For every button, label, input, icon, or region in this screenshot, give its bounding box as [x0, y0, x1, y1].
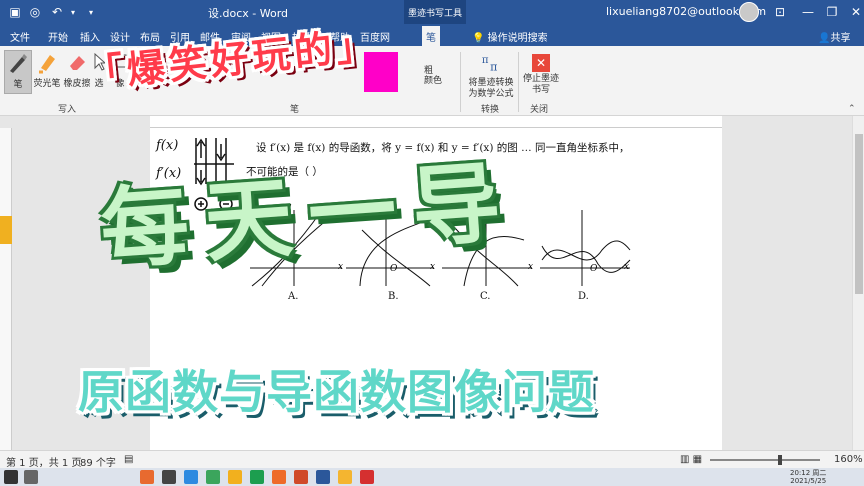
status-bar: 第 1 页，共 1 页 89 个字 ▤ ▥ ▦ 160% [0, 450, 864, 469]
svg-text:π: π [482, 55, 489, 66]
avatar[interactable] [739, 2, 759, 22]
thickness-label[interactable]: 粗 [424, 66, 433, 77]
app-icon[interactable] [294, 470, 308, 484]
group-separator [460, 52, 461, 112]
app-icon[interactable] [360, 470, 374, 484]
word-count[interactable]: 89 个字 [80, 454, 116, 469]
taskbar: 20:12 周二 2021/5/25 [0, 468, 864, 486]
clock-time: 20:12 周二 [790, 469, 827, 477]
word-app-icon[interactable] [316, 470, 330, 484]
overlay-subtitle: 原函数与导函数图像问题 [78, 365, 595, 419]
ink-tools-context-tab: 墨迹书写工具 [404, 0, 466, 24]
person-icon: 👤 [818, 33, 831, 44]
app-icon[interactable] [228, 470, 242, 484]
pen-tool-label: 笔 [13, 80, 23, 90]
lightbulb-icon: 💡 [472, 33, 488, 44]
svg-text:π: π [490, 60, 497, 73]
graph-d-origin-label: O [590, 264, 598, 274]
pen-icon [10, 54, 27, 73]
close-ink-icon: ✕ [532, 54, 550, 72]
customize-quick-access-icon[interactable]: ▾ [84, 0, 98, 24]
option-c-label: C. [480, 291, 491, 302]
zoom-slider[interactable] [710, 455, 820, 465]
ink-note-fx: f(x) [156, 138, 179, 153]
scrollbar-thumb[interactable] [855, 134, 863, 294]
system-clock[interactable]: 20:12 周二 2021/5/25 [790, 469, 826, 485]
ink-to-math-label: 将墨迹转换为数学公式 [468, 78, 514, 99]
tab-file[interactable]: 文件 [10, 29, 30, 44]
document-title: 设.docx - Word [208, 7, 289, 20]
app-icon[interactable] [250, 470, 264, 484]
group-convert-label: 转换 [481, 105, 500, 115]
tell-me-label: 操作说明搜索 [487, 33, 548, 44]
undo-icon[interactable]: ↶ [48, 0, 66, 24]
autosave-icon[interactable]: ◎ [26, 0, 44, 24]
app-icon[interactable] [272, 470, 286, 484]
group-pen-label: 笔 [290, 105, 300, 115]
graph-d [540, 210, 631, 286]
start-icon[interactable] [4, 470, 18, 484]
highlighter-icon [39, 55, 55, 74]
ruler-margin-marker [0, 216, 12, 244]
zoom-level[interactable]: 160% [834, 454, 863, 465]
tab-pen[interactable]: 笔 [422, 26, 440, 46]
highlighter-tool-button[interactable]: 荧光笔 [32, 50, 62, 94]
pi-math-icon: ππ [482, 55, 497, 73]
color-label[interactable]: 颜色 [424, 76, 442, 87]
page-count[interactable]: 第 1 页，共 1 页 [6, 454, 81, 469]
option-b-label: B. [388, 291, 399, 302]
group-write-label: 写入 [58, 105, 77, 115]
save-icon[interactable]: ▣ [6, 0, 24, 24]
stop-inking-button[interactable]: ✕ 停止墨迹书写 [522, 52, 560, 96]
view-mode-icon[interactable]: ▥ ▦ [680, 454, 702, 465]
group-close-label: 关闭 [530, 105, 549, 115]
share-label: 共享 [830, 33, 851, 44]
highlighter-tool-label: 荧光笔 [33, 79, 61, 89]
stop-inking-label: 停止墨迹书写 [522, 74, 559, 95]
zoom-slider-knob[interactable] [778, 455, 782, 465]
app-icon[interactable] [140, 470, 154, 484]
undo-dropdown-icon[interactable]: ▾ [66, 0, 80, 24]
option-d-label: D. [578, 291, 589, 302]
ink-to-math-button[interactable]: ππ 将墨迹转换为数学公式 [466, 52, 516, 100]
vertical-scrollbar[interactable] [852, 116, 864, 450]
clock-date: 2021/5/25 [790, 477, 827, 485]
graph-c-x-label: x [528, 262, 534, 272]
tell-me-search[interactable]: 💡 操作说明搜索 [472, 29, 548, 44]
share-button[interactable]: 👤共享 [818, 29, 850, 44]
pen-tool-button[interactable]: 笔 [4, 50, 32, 94]
option-a-label: A. [288, 291, 299, 302]
graph-d-x-label: x [624, 262, 630, 272]
app-icon[interactable] [206, 470, 220, 484]
close-button[interactable]: ✕ [842, 0, 864, 24]
title-bar: ▣ ◎ ↶ ▾ ▾ 设.docx - Word 墨迹书写工具 lixuelian… [0, 0, 864, 24]
horizontal-ruler[interactable] [150, 116, 722, 128]
proofing-icon[interactable]: ▤ [124, 454, 133, 465]
tab-home[interactable]: 开始 [48, 29, 68, 44]
collapse-ribbon-icon[interactable]: ⌃ [848, 104, 856, 114]
group-separator [518, 52, 519, 112]
app-icon[interactable] [184, 470, 198, 484]
app-icon[interactable] [338, 470, 352, 484]
task-view-icon[interactable] [24, 470, 38, 484]
app-icon[interactable] [162, 470, 176, 484]
ribbon-display-options-icon[interactable]: ⊡ [766, 0, 794, 24]
vertical-ruler[interactable] [0, 128, 12, 450]
